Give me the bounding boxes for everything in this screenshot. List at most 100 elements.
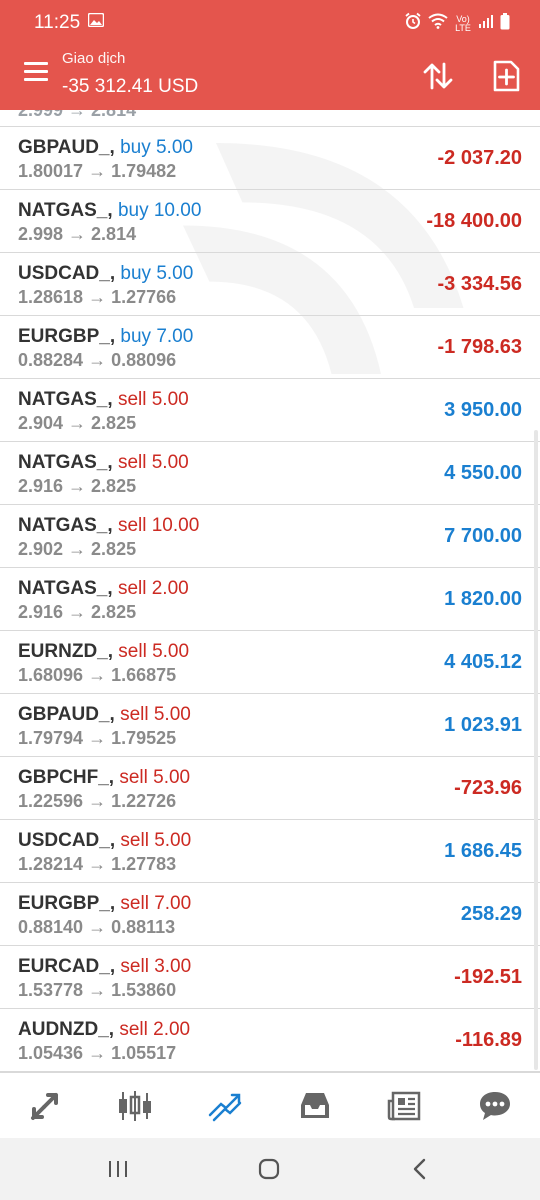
position-profit: -2 037.20 — [437, 147, 522, 169]
position-row[interactable]: NATGAS_, sell 5.00 2.904 → 2.825 3 950.00 — [0, 379, 540, 442]
position-prices: 2.916 → 2.825 — [18, 602, 137, 622]
position-profit: -723.96 — [454, 777, 522, 799]
menu-button[interactable] — [24, 62, 50, 84]
position-symbol: GBPAUD_, — [18, 137, 115, 158]
home-button[interactable] — [249, 1154, 289, 1184]
position-row[interactable]: GBPCHF_, sell 5.00 1.22596 → 1.22726 -723.… — [0, 757, 540, 820]
trade-icon — [208, 1093, 242, 1121]
position-title: NATGAS_, sell 10.00 — [18, 515, 199, 537]
new-order-button[interactable] — [488, 58, 524, 94]
position-title: EURNZD_, sell 5.00 — [18, 641, 189, 663]
position-row[interactable]: USDCAD_, sell 5.00 1.28214 → 1.27783 1 686… — [0, 820, 540, 883]
position-prices: 1.80017 → 1.79482 — [18, 161, 177, 181]
position-side-volume: buy 5.00 — [120, 137, 193, 158]
position-prices: 0.88284 → 0.88096 — [18, 350, 177, 370]
chat-icon — [480, 1091, 510, 1120]
position-side-volume: sell 5.00 — [120, 704, 191, 725]
position-title: GBPCHF_, sell 5.00 — [18, 767, 190, 789]
position-prices: 0.88140 → 0.88113 — [18, 917, 176, 937]
position-title: NATGAS_, sell 5.00 — [18, 452, 189, 474]
position-row[interactable]: EURNZD_, sell 5.00 1.68096 → 1.66875 4 405… — [0, 631, 540, 694]
nav-history[interactable] — [287, 1081, 343, 1131]
position-title: NATGAS_, buy 10.00 — [18, 200, 201, 222]
position-symbol: GBPAUD_, — [18, 704, 115, 725]
status-icons: Vo) LTE — [404, 12, 510, 35]
position-symbol: USDCAD_, — [18, 830, 116, 851]
list-scrollbar[interactable] — [534, 430, 538, 1070]
position-title: USDCAD_, buy 5.00 — [18, 263, 193, 285]
nav-trade[interactable] — [197, 1081, 253, 1131]
sort-icon — [423, 62, 453, 90]
nav-chart[interactable] — [107, 1081, 163, 1131]
home-icon — [258, 1158, 280, 1180]
position-profit: 4 550.00 — [444, 462, 522, 484]
sort-button[interactable] — [420, 58, 456, 94]
position-row[interactable]: AUDNZD_, sell 2.00 1.05436 → 1.05517 -116.… — [0, 1009, 540, 1072]
position-profit: -1 798.63 — [437, 336, 522, 358]
position-row[interactable]: EURCAD_, sell 3.00 1.53778 → 1.53860 -192.… — [0, 946, 540, 1009]
position-symbol: GBPCHF_, — [18, 767, 115, 788]
position-profit: -18 400.00 — [426, 210, 522, 232]
position-profit: 7 700.00 — [444, 525, 522, 547]
battery-icon — [500, 12, 510, 35]
position-side-volume: buy 7.00 — [120, 326, 194, 347]
position-prices: 2.902 → 2.825 — [18, 539, 137, 559]
position-row[interactable]: GBPAUD_, buy 5.00 1.80017 → 1.79482 -2 037… — [0, 127, 540, 190]
chart-icon — [119, 1090, 151, 1121]
position-symbol: AUDNZD_, — [18, 1019, 115, 1040]
position-profit: 3 950.00 — [444, 399, 522, 421]
position-profit: 1 820.00 — [444, 588, 522, 610]
position-title: NATGAS_, sell 2.00 — [18, 578, 189, 600]
partial-row-prices: 2.999 → 2.814 — [18, 110, 137, 120]
position-row[interactable]: GBPAUD_, sell 5.00 1.79794 → 1.79525 1 023… — [0, 694, 540, 757]
position-side-volume: buy 10.00 — [117, 200, 202, 221]
position-profit: 1 023.91 — [444, 714, 522, 736]
position-profit: 4 405.12 — [444, 651, 522, 673]
app-bar: Giao dịch -35 312.41 USD — [0, 42, 540, 110]
positions-list[interactable]: 2.999 → 2.814 GBPAUD_, buy 5.00 1.80017 →… — [0, 110, 540, 1072]
wifi-icon — [428, 13, 448, 34]
position-prices: 1.79794 → 1.79525 — [18, 728, 177, 748]
position-side-volume: sell 5.00 — [117, 452, 189, 473]
position-title: GBPAUD_, buy 5.00 — [18, 137, 193, 159]
position-row[interactable]: USDCAD_, buy 5.00 1.28618 → 1.27766 -3 334… — [0, 253, 540, 316]
signal-icon — [478, 13, 494, 34]
position-title: NATGAS_, sell 5.00 — [18, 389, 189, 411]
position-prices: 1.05436 → 1.05517 — [18, 1043, 177, 1063]
nav-news[interactable] — [377, 1081, 433, 1131]
back-icon — [413, 1158, 426, 1180]
position-title: GBPAUD_, sell 5.00 — [18, 704, 191, 726]
position-prices: 2.998 → 2.814 — [18, 224, 137, 244]
position-row[interactable]: NATGAS_, sell 5.00 2.916 → 2.825 4 550.00 — [0, 442, 540, 505]
position-title: EURGBP_, buy 7.00 — [18, 326, 193, 348]
position-symbol: EURCAD_, — [18, 956, 116, 977]
position-symbol: EURGBP_, — [18, 326, 116, 347]
position-row[interactable]: NATGAS_, sell 2.00 2.916 → 2.825 1 820.00 — [0, 568, 540, 631]
position-symbol: NATGAS_, — [18, 389, 113, 410]
position-side-volume: sell 7.00 — [120, 893, 192, 914]
position-row[interactable]: EURGBP_, buy 7.00 0.88284 → 0.88096 -1 798… — [0, 316, 540, 379]
position-prices: 1.68096 → 1.66875 — [18, 665, 177, 685]
position-symbol: USDCAD_, — [18, 263, 116, 284]
status-bar: 11:25 Vo) LTE — [0, 0, 540, 42]
nav-quotes[interactable] — [17, 1081, 73, 1131]
recent-apps-button[interactable] — [98, 1154, 138, 1184]
position-prices: 1.28618 → 1.27766 — [18, 287, 177, 307]
position-row[interactable]: NATGAS_, buy 10.00 2.998 → 2.814 -18 400.0… — [0, 190, 540, 253]
position-side-volume: sell 5.00 — [119, 767, 191, 788]
new-order-icon — [493, 60, 520, 92]
bottom-nav — [0, 1072, 540, 1138]
position-profit: -116.89 — [455, 1029, 522, 1051]
position-side-volume: sell 3.00 — [120, 956, 192, 977]
alarm-icon — [404, 12, 422, 35]
nav-chat[interactable] — [467, 1081, 523, 1131]
position-side-volume: sell 10.00 — [117, 515, 200, 536]
position-row[interactable]: EURGBP_, sell 7.00 0.88140 → 0.88113 258.2… — [0, 883, 540, 946]
position-title: USDCAD_, sell 5.00 — [18, 830, 191, 852]
page-subtitle: Giao dịch — [62, 50, 126, 67]
position-row[interactable]: NATGAS_, sell 10.00 2.902 → 2.825 7 700.00 — [0, 505, 540, 568]
position-title: EURGBP_, sell 7.00 — [18, 893, 191, 915]
position-symbol: EURGBP_, — [18, 893, 116, 914]
position-profit: -3 334.56 — [437, 273, 522, 295]
back-button[interactable] — [400, 1154, 440, 1184]
